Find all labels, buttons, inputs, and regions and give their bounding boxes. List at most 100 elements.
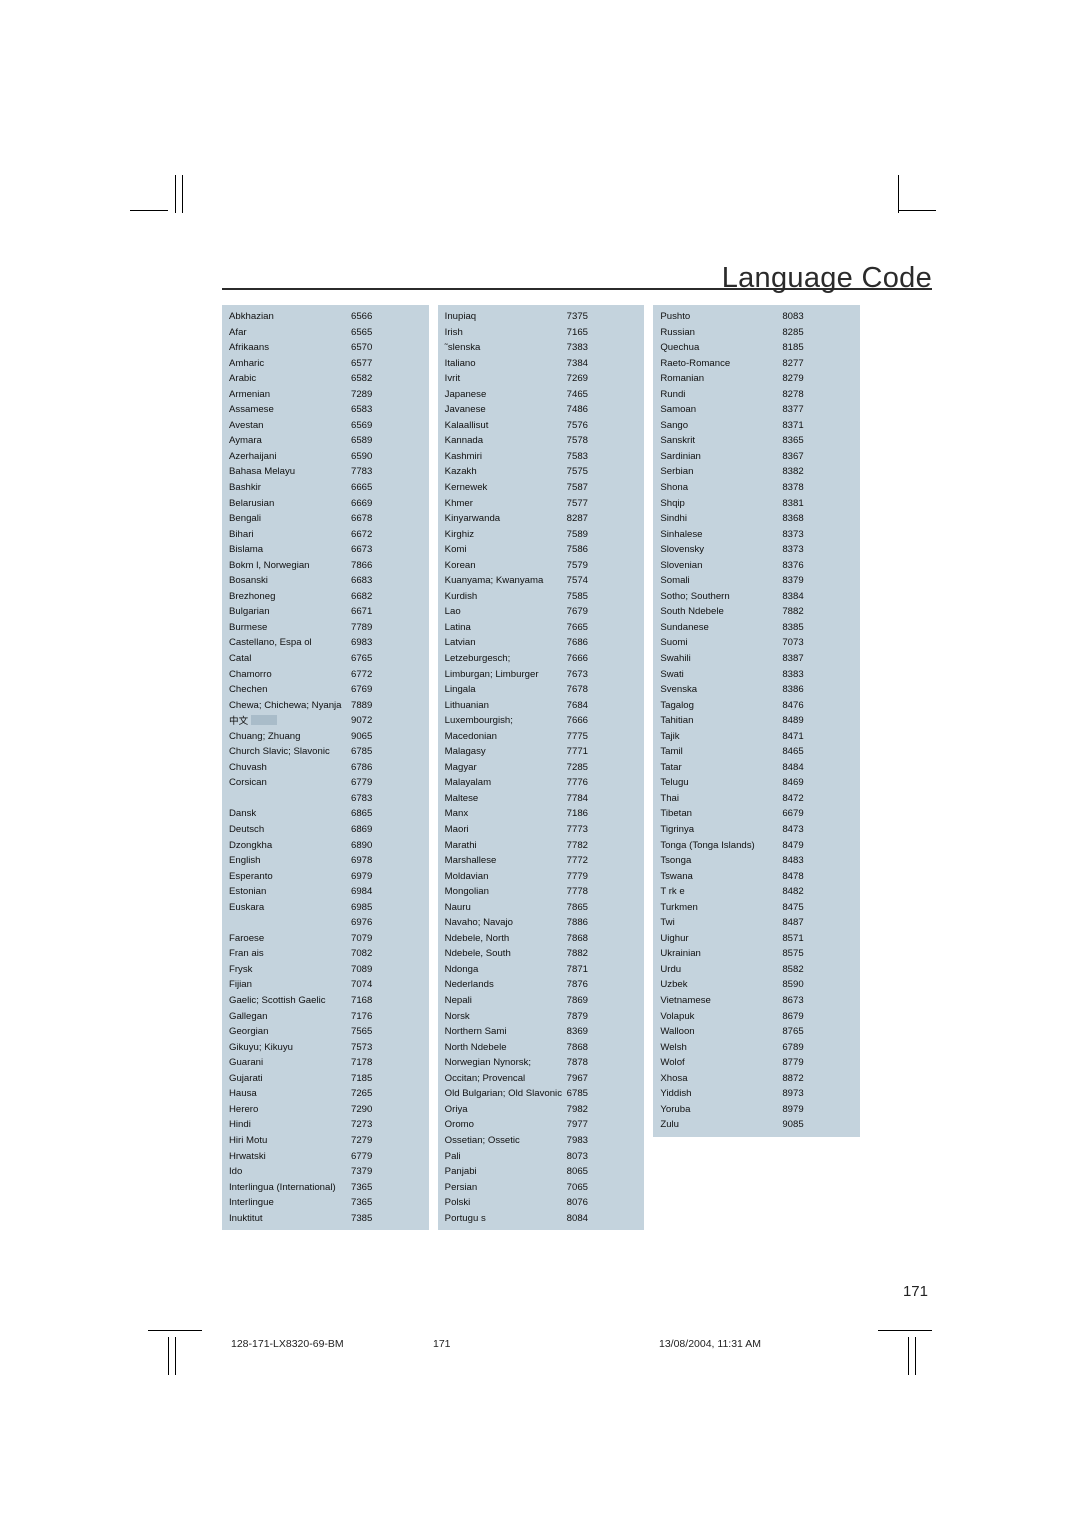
table-row: Kernewek 7587 [438,480,645,496]
language-name: Svenska [660,684,698,696]
table-row: Bosanski 6683 [222,573,429,589]
language-name: Kinyarwanda [444,513,501,525]
language-name: Armenian [229,388,271,400]
table-row: Arabic 6582 [222,371,429,387]
language-code: 8368 [782,513,804,525]
language-name: Portugu s [444,1212,486,1224]
language-code: 8765 [782,1026,804,1038]
language-code: 6865 [351,808,373,820]
language-code: 8365 [782,435,804,447]
table-row: Quechua 8185 [653,340,860,356]
language-name: Fran ais [229,948,264,960]
language-name: Moldavian [444,870,489,882]
language-name: Tatar [660,761,682,773]
language-code: 6978 [351,855,373,867]
language-name: 中文 [229,715,351,727]
language-name: Bosanski [229,575,268,587]
table-row: Irish 7165 [438,325,645,341]
language-name: Yiddish [660,1088,692,1100]
table-row: Armenian 7289 [222,387,429,403]
language-name: Assamese [229,404,274,416]
language-code: 8287 [566,513,589,525]
language-name: Sardinian [660,450,701,462]
language-code: 8590 [782,979,804,991]
table-row: Belarusian 6669 [222,496,429,512]
table-row: Corsican 6779 [222,775,429,791]
table-row: Zulu 9085 [653,1117,860,1133]
language-name: Arabic [229,373,257,385]
table-row: Deutsch 6869 [222,822,429,838]
language-name: Burmese [229,621,268,633]
table-row: Estonian 6984 [222,884,429,900]
table-row: Georgian 7565 [222,1024,429,1040]
table-row: Kazakh 7575 [438,464,645,480]
table-row: Kalaallisut 7576 [438,418,645,434]
table-row: Burmese 7789 [222,620,429,636]
language-name: Interlingue [229,1197,274,1209]
language-code: 8376 [782,559,804,571]
language-name: Magyar [444,761,477,773]
language-code: 8582 [782,963,804,975]
language-name: Vietnamese [660,995,711,1007]
table-row: Old Bulgarian; Old Slavonic 6785 [438,1086,645,1102]
table-row: Chuang; Zhuang 9065 [222,729,429,745]
table-row: Thai 8472 [653,791,860,807]
language-code: 8076 [566,1197,589,1209]
footer-rule-left [148,1330,202,1331]
language-name: Esperanto [229,870,273,882]
language-name: Old Bulgarian; Old Slavonic [444,1088,562,1100]
language-code: 7065 [566,1181,589,1193]
language-name: Tajik [660,730,680,742]
language-code: 7379 [351,1166,373,1178]
language-name: Sanskrit [660,435,695,447]
language-name: Ndebele, North [444,932,510,944]
language-code: 9085 [782,1119,804,1131]
language-code: 7686 [566,637,589,649]
language-name: Norsk [444,1010,470,1022]
table-row: Serbian 8382 [653,464,860,480]
language-code: 6590 [351,450,373,462]
language-code: 6678 [351,513,373,525]
language-code: 6779 [351,777,373,789]
table-row: Abkhazian 6566 [222,309,429,325]
language-name: Euskara [229,901,265,913]
language-name: Irish [444,326,463,338]
language-code: 7285 [566,761,589,773]
language-code: 7967 [566,1072,589,1084]
language-code: 7772 [566,855,589,867]
language-code: 8285 [782,326,804,338]
language-name: Twi [660,917,675,929]
language-code: 7882 [566,948,589,960]
table-row: Afar 6565 [222,325,429,341]
language-name: Estonian [229,886,267,898]
language-name: Ukrainian [660,948,701,960]
table-row: Bengali 6678 [222,511,429,527]
table-row: Azerhaijani 6590 [222,449,429,465]
language-name: Javanese [444,404,486,416]
language-name: Sotho; Southern [660,590,730,602]
language-name: Afar [229,326,247,338]
table-row: Sango 8371 [653,418,860,434]
language-code: 7879 [566,1010,589,1022]
table-row: Maori 7773 [438,822,645,838]
table-row: Tonga (Tonga Islands) 8479 [653,838,860,854]
footer-page-label: 171 [433,1338,451,1350]
language-name: Tagalog [660,699,694,711]
language-code: 8385 [782,621,804,633]
language-name: Bashkir [229,481,261,493]
language-code: 7577 [566,497,589,509]
language-name: Belarusian [229,497,275,509]
language-name: Bihari [229,528,254,540]
language-code: 7776 [566,777,589,789]
language-column-2: Inupiaq 7375 Irish 7165 ˜slenska 7383 Italiano… [437,305,645,1231]
table-row: Northern Sami 8369 [438,1024,645,1040]
language-code: 6669 [351,497,373,509]
language-code: 7365 [351,1197,373,1209]
language-name: Norwegian Nynorsk; [444,1057,532,1069]
table-row: Castellano, Espa ol 6983 [222,635,429,651]
table-row: Chamorro 6772 [222,667,429,683]
table-row: Esperanto 6979 [222,869,429,885]
language-code: 7273 [351,1119,373,1131]
table-row: Vietnamese 8673 [653,993,860,1009]
language-code: 8476 [782,699,804,711]
